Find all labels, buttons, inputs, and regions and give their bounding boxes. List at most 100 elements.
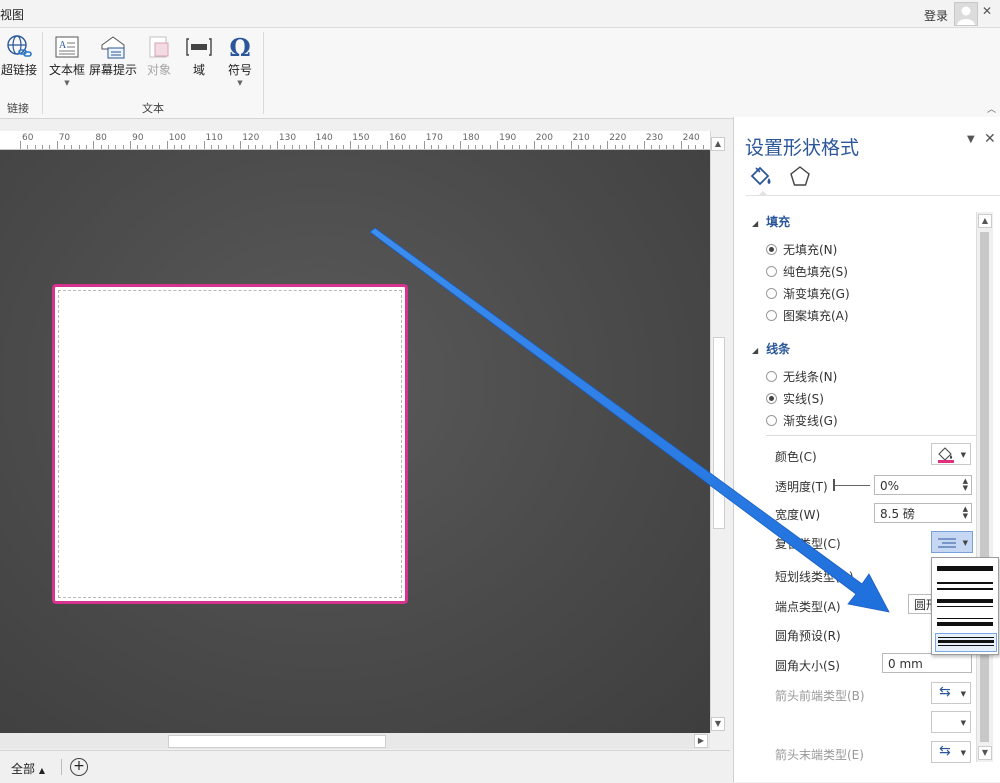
- textbox-label: 文本框: [47, 61, 87, 78]
- line-color-button[interactable]: ▼: [931, 443, 971, 465]
- ruler-tick: [350, 141, 351, 149]
- collapse-triangle-icon: ◢: [752, 219, 758, 228]
- ruler-tick: [416, 145, 417, 149]
- hyperlink-button[interactable]: 超链接: [0, 33, 38, 78]
- compound-lines-icon: [938, 538, 956, 548]
- radio-icon[interactable]: [766, 266, 777, 277]
- symbol-button[interactable]: Ω 符号 ▼: [222, 33, 258, 87]
- ruler-tick: [526, 145, 527, 149]
- ruler-tick: [42, 145, 43, 149]
- fill-option-label: 无填充(N): [783, 243, 837, 257]
- ruler-tick: [262, 145, 263, 149]
- arrow-end-type-button[interactable]: ⇆ ▼: [931, 741, 971, 763]
- compound-option-thick-thin[interactable]: [935, 596, 995, 613]
- scroll-right-icon[interactable]: ▶: [694, 734, 708, 748]
- textbox-button[interactable]: A 文本框 ▼: [47, 33, 87, 87]
- canvas-vertical-scrollbar[interactable]: ▲ ▼: [710, 131, 725, 733]
- compound-option-thin-thick[interactable]: [935, 614, 995, 631]
- line-option-label: 渐变线(G): [783, 414, 838, 428]
- fill-section-header[interactable]: ◢填充: [752, 213, 790, 230]
- scroll-thumb[interactable]: [168, 735, 386, 748]
- tab-divider: [746, 195, 1000, 196]
- radio-icon[interactable]: [766, 288, 777, 299]
- login-link[interactable]: 登录: [924, 7, 948, 24]
- scroll-thumb[interactable]: [713, 337, 725, 529]
- canvas-horizontal-scrollbar[interactable]: ▶: [0, 733, 710, 749]
- ruler-tick: [666, 145, 667, 149]
- user-avatar-icon[interactable]: [954, 2, 978, 26]
- ruler-tick: [519, 145, 520, 149]
- radio-icon[interactable]: [766, 244, 777, 255]
- horizontal-ruler: 6070809010011012013014015016017018019020…: [0, 131, 710, 150]
- ruler-tick: [504, 145, 505, 149]
- round-size-input[interactable]: 0 mm: [882, 653, 972, 673]
- collapse-ribbon-icon[interactable]: ︿: [987, 102, 996, 115]
- pane-options-icon[interactable]: ▼: [967, 134, 975, 145]
- format-shape-pane: 设置形状格式 ▼ ✕ ◢填充 无填充(N) 纯色填充(S) 渐变填充(G) 图案…: [733, 117, 1000, 782]
- fill-option-gradient[interactable]: 渐变填充(G): [766, 285, 850, 302]
- transparency-input[interactable]: 0%▲▼: [874, 475, 972, 495]
- arrow-begin-size-button[interactable]: ▼: [931, 711, 971, 733]
- arrow-begin-type-button[interactable]: ⇆ ▼: [931, 682, 971, 704]
- chevron-down-icon: ▼: [47, 79, 87, 87]
- chevron-down-icon: ▼: [961, 719, 966, 727]
- tab-view[interactable]: 视图: [0, 6, 24, 23]
- field-button[interactable]: 域: [182, 33, 216, 78]
- ruler-label: 230: [646, 133, 663, 143]
- radio-icon[interactable]: [766, 393, 777, 404]
- compound-option-triple[interactable]: [935, 633, 997, 652]
- fill-option-pattern[interactable]: 图案填充(A): [766, 307, 849, 324]
- ruler-tick: [321, 145, 322, 149]
- scroll-up-icon[interactable]: ▲: [978, 214, 992, 228]
- ruler-label: 150: [352, 133, 369, 143]
- ruler-tick: [600, 145, 601, 149]
- ruler-label: 100: [169, 133, 186, 143]
- scroll-thumb[interactable]: [980, 232, 989, 742]
- spinner-icon[interactable]: ▲▼: [963, 506, 968, 520]
- radio-icon[interactable]: [766, 415, 777, 426]
- radio-icon[interactable]: [766, 310, 777, 321]
- screentip-icon: [87, 33, 139, 61]
- window-close-icon[interactable]: ✕: [982, 4, 992, 18]
- object-button[interactable]: 对象: [142, 33, 176, 78]
- transparency-slider[interactable]: [834, 485, 870, 486]
- radio-icon[interactable]: [766, 371, 777, 382]
- ruler-tick: [277, 141, 278, 149]
- ruler-tick: [108, 145, 109, 149]
- width-input[interactable]: 8.5 磅▲▼: [874, 503, 972, 523]
- chevron-down-icon: ▼: [222, 79, 258, 87]
- compound-option-double[interactable]: [935, 578, 995, 595]
- chevron-down-icon: ▼: [961, 749, 966, 757]
- add-page-icon[interactable]: +: [70, 758, 88, 776]
- pane-scrollbar[interactable]: ▲ ▼: [976, 212, 993, 762]
- compound-type-button[interactable]: ▼: [931, 531, 973, 553]
- ruler-label: 240: [683, 133, 700, 143]
- ruler-tick: [167, 141, 168, 149]
- all-pages-menu[interactable]: 全部 ▲: [11, 760, 45, 777]
- pane-close-icon[interactable]: ✕: [984, 131, 996, 147]
- arrows-icon: ⇆: [939, 684, 951, 700]
- drawing-canvas[interactable]: [0, 150, 710, 733]
- selected-rectangle-shape[interactable]: [52, 284, 408, 604]
- fill-option-solid[interactable]: 纯色填充(S): [766, 263, 848, 280]
- line-section-header[interactable]: ◢线条: [752, 340, 790, 357]
- scroll-down-icon[interactable]: ▼: [711, 717, 725, 731]
- fill-line-tab-icon[interactable]: [748, 165, 774, 192]
- compound-option-single[interactable]: [935, 560, 995, 577]
- shape-effects-tab-icon[interactable]: [789, 165, 811, 190]
- ruler-label: 70: [59, 133, 70, 143]
- fill-option-none[interactable]: 无填充(N): [766, 241, 837, 258]
- ruler-tick: [86, 145, 87, 149]
- line-option-none[interactable]: 无线条(N): [766, 368, 837, 385]
- round-preset-label: 圆角预设(R): [775, 627, 841, 644]
- ruler-tick: [585, 145, 586, 149]
- line-option-gradient[interactable]: 渐变线(G): [766, 412, 838, 429]
- ruler-tick: [255, 145, 256, 149]
- spinner-icon[interactable]: ▲▼: [963, 478, 968, 492]
- scroll-up-icon[interactable]: ▲: [711, 137, 725, 151]
- screentip-button[interactable]: 屏幕提示: [87, 33, 139, 78]
- ruler-label: 190: [499, 133, 516, 143]
- line-option-solid[interactable]: 实线(S): [766, 390, 824, 407]
- scroll-down-icon[interactable]: ▼: [978, 746, 992, 760]
- transparency-slider-handle[interactable]: [833, 479, 835, 491]
